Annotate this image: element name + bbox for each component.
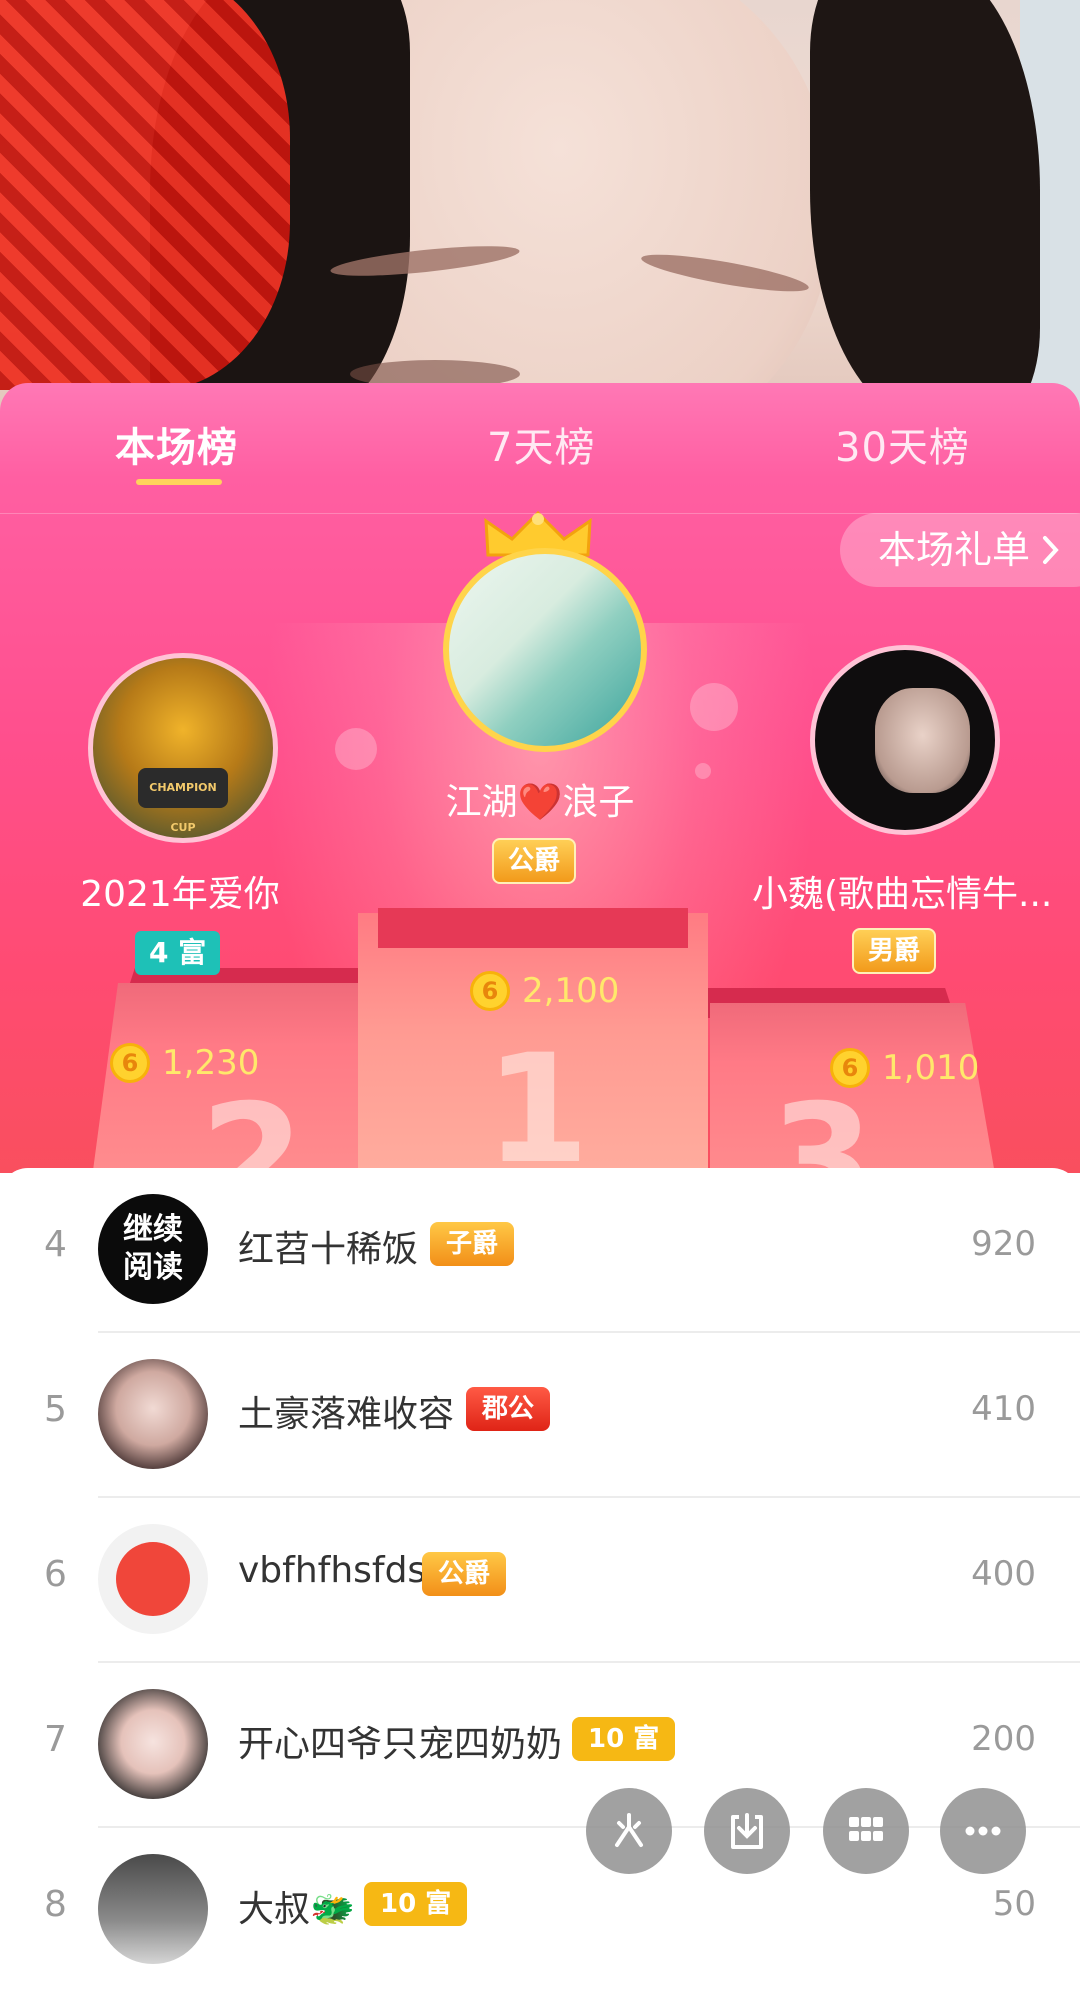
more-button[interactable] <box>940 1788 1026 1874</box>
avatar[interactable] <box>98 1854 208 1964</box>
first-coin-value: 2,100 <box>522 971 620 1011</box>
coin-icon: 6 <box>110 1043 150 1083</box>
leaderboard-header: 本场榜 7天榜 30天榜 本场礼单 2 1 3 江湖❤️浪子 公爵 6 2,10… <box>0 383 1080 1173</box>
rank-number: 6 <box>44 1554 67 1595</box>
rank-number: 5 <box>44 1389 67 1430</box>
tab-bar: 本场榜 7天榜 30天榜 <box>0 383 1080 514</box>
avatar-third[interactable] <box>810 645 1000 835</box>
gift-list-label: 本场礼单 <box>877 528 1030 572</box>
grid-button[interactable] <box>823 1788 909 1874</box>
user-name: vbfhfhsfds <box>238 1550 427 1591</box>
podium-number-2: 2 <box>200 1073 305 1173</box>
active-tab-indicator <box>136 479 222 485</box>
third-name: 小魏(歌曲忘情牛... <box>752 874 1053 915</box>
rank-badge: 公爵 <box>422 1552 507 1596</box>
second-coins: 6 1,230 <box>110 1043 259 1083</box>
champion-cup-logo: CHAMPION CUP <box>138 768 228 834</box>
list-item[interactable]: 8 大叔🐲 10 富 50 <box>0 1828 1080 1993</box>
first-badge: 公爵 <box>492 838 577 884</box>
score: 200 <box>971 1719 1036 1759</box>
live-video-background <box>0 0 1080 420</box>
third-badge: 男爵 <box>852 928 937 974</box>
third-coin-value: 1,010 <box>882 1048 980 1088</box>
rank-badge: 郡公 <box>466 1387 551 1431</box>
avatar-second[interactable]: CHAMPION CUP <box>88 653 278 843</box>
user-name: 土豪落难收容 <box>238 1394 455 1435</box>
tab-this-session[interactable]: 本场榜 <box>115 415 238 473</box>
gift-list-button[interactable]: 本场礼单 <box>839 513 1080 587</box>
rank-number: 7 <box>44 1719 67 1760</box>
sparkle-button[interactable] <box>586 1788 672 1874</box>
chinese-knot-decoration <box>0 0 290 390</box>
list-item[interactable]: 5 土豪落难收容 郡公 410 <box>0 1333 1080 1498</box>
user-name: 开心四爷只宠四奶奶 <box>238 1724 563 1765</box>
more-icon <box>965 1826 1001 1836</box>
score: 50 <box>992 1884 1036 1924</box>
rank-number: 4 <box>44 1224 67 1265</box>
tab-30-days[interactable]: 30天榜 <box>835 415 970 473</box>
chevron-right-icon <box>1043 536 1059 564</box>
sparkle-icon <box>615 1813 643 1847</box>
rank-badge: 10 富 <box>364 1882 468 1926</box>
list-item[interactable]: 6 vbfhfhsfds 公爵 400 <box>0 1498 1080 1663</box>
grid-icon <box>849 1817 883 1841</box>
second-badge: 4 富 <box>135 931 221 975</box>
coin-icon: 6 <box>470 971 510 1011</box>
third-coins: 6 1,010 <box>830 1048 979 1088</box>
coin-icon: 6 <box>830 1048 870 1088</box>
ranking-list: 4 继续 阅读 红苕十稀饭 子爵 920 5 土豪落难收容 郡公 410 6 v… <box>0 1168 1080 1964</box>
podium-number-3: 3 <box>770 1073 875 1173</box>
avatar[interactable] <box>98 1524 208 1634</box>
download-button[interactable] <box>704 1788 790 1874</box>
wink-face-icon <box>116 1542 190 1616</box>
avatar-first[interactable] <box>443 548 647 752</box>
rank-badge: 10 富 <box>572 1717 676 1761</box>
score: 920 <box>971 1224 1036 1264</box>
avatar[interactable] <box>98 1359 208 1469</box>
rank-badge: 子爵 <box>430 1222 515 1266</box>
score: 410 <box>971 1389 1036 1429</box>
first-name: 江湖❤️浪子 <box>445 782 635 823</box>
tab-7-days[interactable]: 7天榜 <box>487 415 595 473</box>
list-item[interactable]: 7 开心四爷只宠四奶奶 10 富 200 <box>0 1663 1080 1828</box>
user-name: 红苕十稀饭 <box>238 1229 419 1270</box>
score: 400 <box>971 1554 1036 1594</box>
rank-number: 8 <box>44 1884 67 1925</box>
download-icon <box>731 1813 763 1849</box>
avatar[interactable]: 继续 阅读 <box>98 1194 208 1304</box>
podium-number-1: 1 <box>485 1023 590 1173</box>
avatar[interactable] <box>98 1689 208 1799</box>
second-coin-value: 1,230 <box>162 1043 260 1083</box>
second-name: 2021年爱你 <box>80 874 280 915</box>
list-item[interactable]: 4 继续 阅读 红苕十稀饭 子爵 920 <box>0 1168 1080 1333</box>
user-name: 大叔🐲 <box>238 1889 355 1930</box>
first-coins: 6 2,100 <box>470 971 619 1011</box>
